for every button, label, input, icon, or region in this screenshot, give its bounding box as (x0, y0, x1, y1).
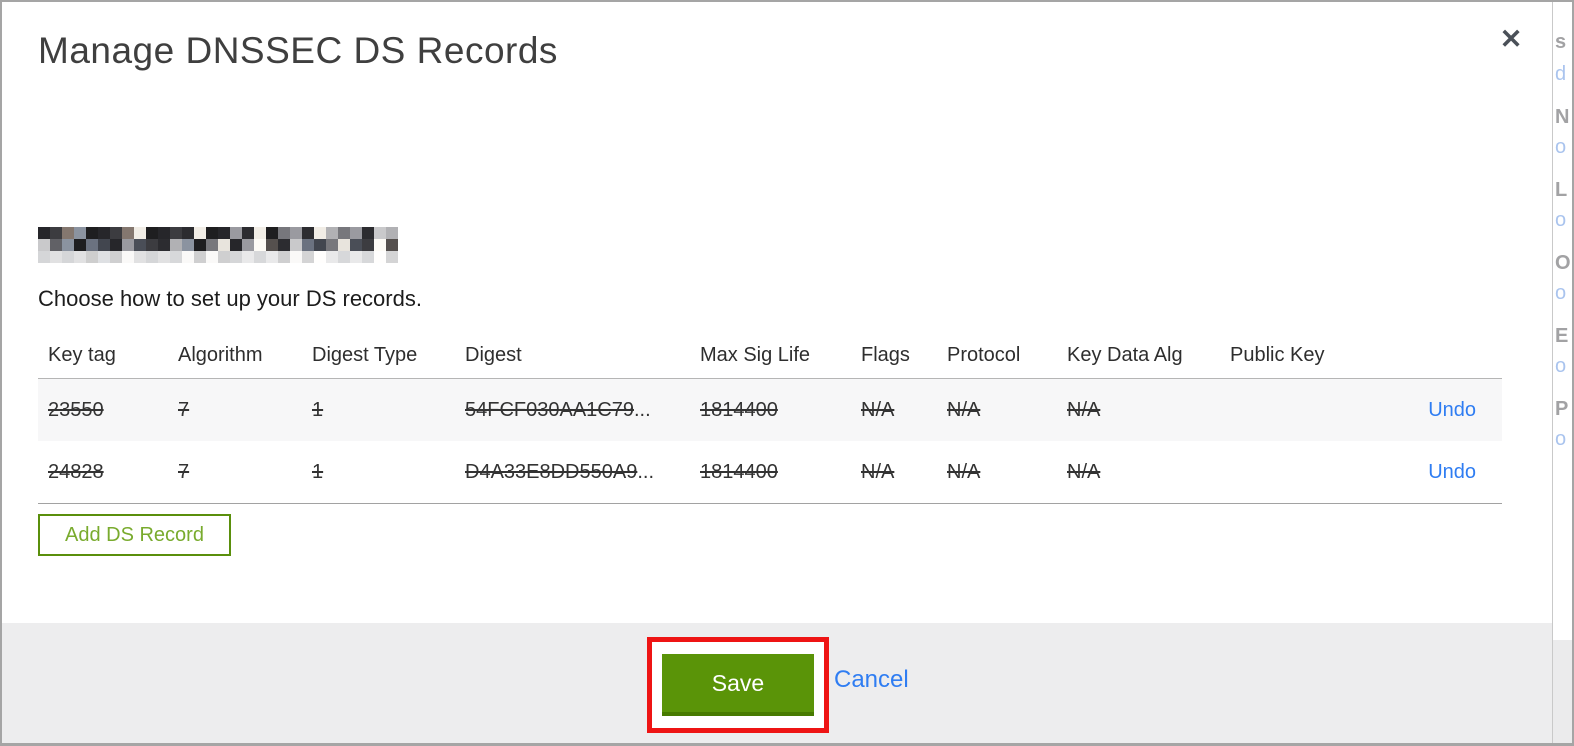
background-text-fragment: o (1555, 136, 1567, 158)
column-header: Key Data Alg (1067, 343, 1183, 366)
page-title: Manage DNSSEC DS Records (38, 30, 558, 71)
cell-flags: N/A (861, 460, 895, 483)
background-page-strip: sdNoLoOoEoPo (1552, 2, 1572, 743)
cell-max-sig-life: 1814400 (700, 460, 778, 483)
background-text-fragment: d (1555, 63, 1567, 85)
column-header: Digest Type (312, 343, 418, 366)
add-ds-record-button[interactable]: Add DS Record (38, 514, 231, 556)
background-text-fragment: s (1555, 31, 1567, 53)
column-header: Protocol (947, 343, 1021, 366)
close-icon[interactable]: ✕ (1494, 22, 1528, 56)
cell-flags: N/A (861, 398, 895, 421)
table-row: 24828 7 1 D4A33E8DD550A9... 1814400 N/A … (38, 441, 1502, 503)
cell-digest-type: 1 (312, 460, 324, 483)
table-row: 23550 7 1 54FCF030AA1C79... 1814400 N/A … (38, 379, 1502, 441)
column-header: Digest (465, 343, 522, 366)
cell-action: Undo (1370, 461, 1502, 484)
background-text-fragment: O (1555, 252, 1571, 274)
cell-max-sig-life: 1814400 (700, 398, 778, 421)
cell-action: Undo (1370, 399, 1502, 422)
dnssec-modal: Manage DNSSEC DS Records ✕ Choose how to… (0, 0, 1574, 746)
cell-protocol: N/A (947, 398, 981, 421)
background-text-fragment: o (1555, 282, 1567, 304)
column-header: Key tag (48, 343, 116, 366)
background-text-fragment: E (1555, 325, 1569, 347)
undo-link[interactable]: Undo (1428, 461, 1476, 483)
cancel-link[interactable]: Cancel (834, 666, 909, 694)
cell-algorithm: 7 (178, 460, 190, 483)
table-header-row: Key tag Algorithm Digest Type Digest Max Sig… (38, 332, 1502, 378)
cell-key-tag: 24828 (48, 460, 104, 483)
red-annotation-box: Save (647, 637, 829, 733)
column-header: Flags (861, 343, 910, 366)
cell-algorithm: 7 (178, 398, 190, 421)
cell-digest-type: 1 (312, 398, 324, 421)
background-text-fragment: P (1555, 398, 1569, 420)
subtitle-text: Choose how to set up your DS records. (38, 286, 422, 311)
cell-digest: 54FCF030AA1C79... (465, 398, 651, 421)
background-text-fragment: o (1555, 428, 1567, 450)
undo-link[interactable]: Undo (1428, 399, 1476, 421)
background-text-fragment: o (1555, 355, 1567, 377)
cell-digest: D4A33E8DD550A9... (465, 460, 655, 483)
redacted-domain-name (38, 227, 398, 263)
cell-key-tag: 23550 (48, 398, 104, 421)
background-text-fragment: N (1555, 106, 1570, 128)
cell-protocol: N/A (947, 460, 981, 483)
cell-key-data-alg: N/A (1067, 460, 1101, 483)
cell-key-data-alg: N/A (1067, 398, 1101, 421)
column-header: Public Key (1230, 343, 1325, 366)
background-text-fragment: L (1555, 179, 1568, 201)
column-header: Max Sig Life (700, 343, 811, 366)
save-button[interactable]: Save (662, 654, 814, 716)
column-header: Algorithm (178, 343, 263, 366)
background-gray-area (1553, 640, 1572, 743)
background-text-fragment: o (1555, 209, 1567, 231)
table-body: 23550 7 1 54FCF030AA1C79... 1814400 N/A … (38, 378, 1502, 504)
ds-records-table: Key tag Algorithm Digest Type Digest Max Sig… (38, 332, 1502, 504)
